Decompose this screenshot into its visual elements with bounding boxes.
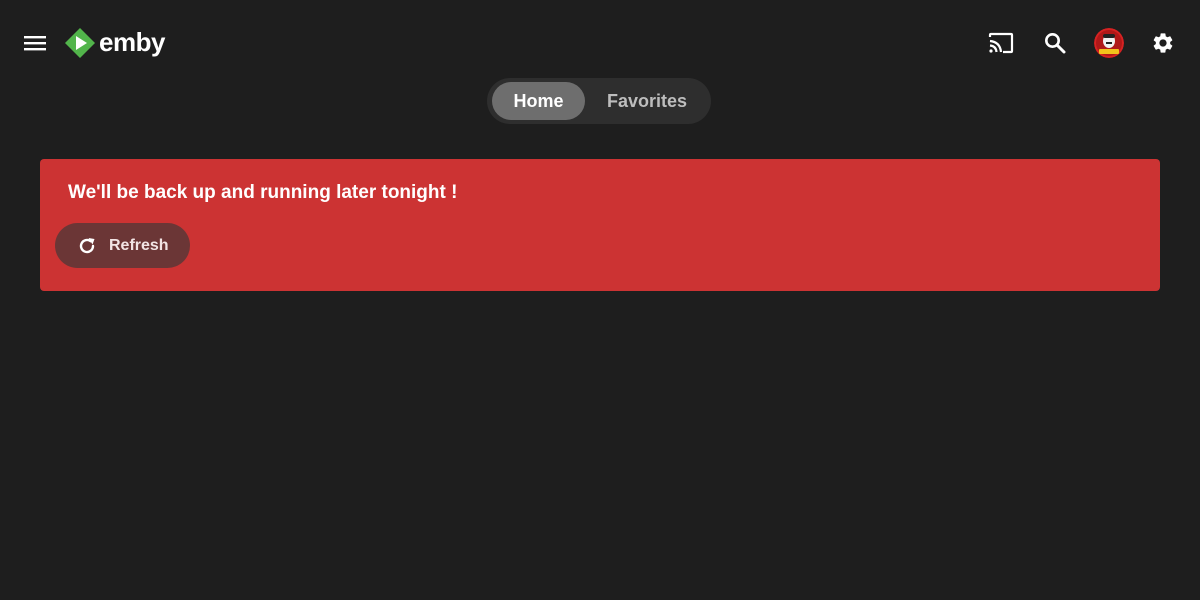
user-button[interactable] <box>1092 26 1126 60</box>
banner-message: We'll be back up and running later tonig… <box>68 182 458 203</box>
home-tabs: Home Favorites <box>487 78 711 124</box>
search-button[interactable] <box>1038 26 1072 60</box>
emby-logo-icon <box>65 28 95 58</box>
cast-icon <box>988 32 1014 54</box>
refresh-label: Refresh <box>109 236 169 254</box>
header-actions <box>964 26 1180 60</box>
refresh-button[interactable]: Refresh <box>55 223 190 268</box>
tab-favorites[interactable]: Favorites <box>591 82 703 120</box>
server-message-banner: We'll be back up and running later tonig… <box>40 159 1160 291</box>
emby-logo[interactable]: emby <box>64 26 165 60</box>
tab-home[interactable]: Home <box>492 82 585 120</box>
hamburger-menu-icon <box>24 36 46 51</box>
refresh-icon <box>77 236 97 256</box>
settings-button[interactable] <box>1146 26 1180 60</box>
menu-button[interactable] <box>20 28 50 58</box>
top-header: emby <box>0 0 1200 84</box>
search-icon <box>1045 33 1066 54</box>
app-name: emby <box>99 26 165 57</box>
user-avatar <box>1094 28 1124 58</box>
cast-button[interactable] <box>984 26 1018 60</box>
gear-icon <box>1153 33 1173 53</box>
